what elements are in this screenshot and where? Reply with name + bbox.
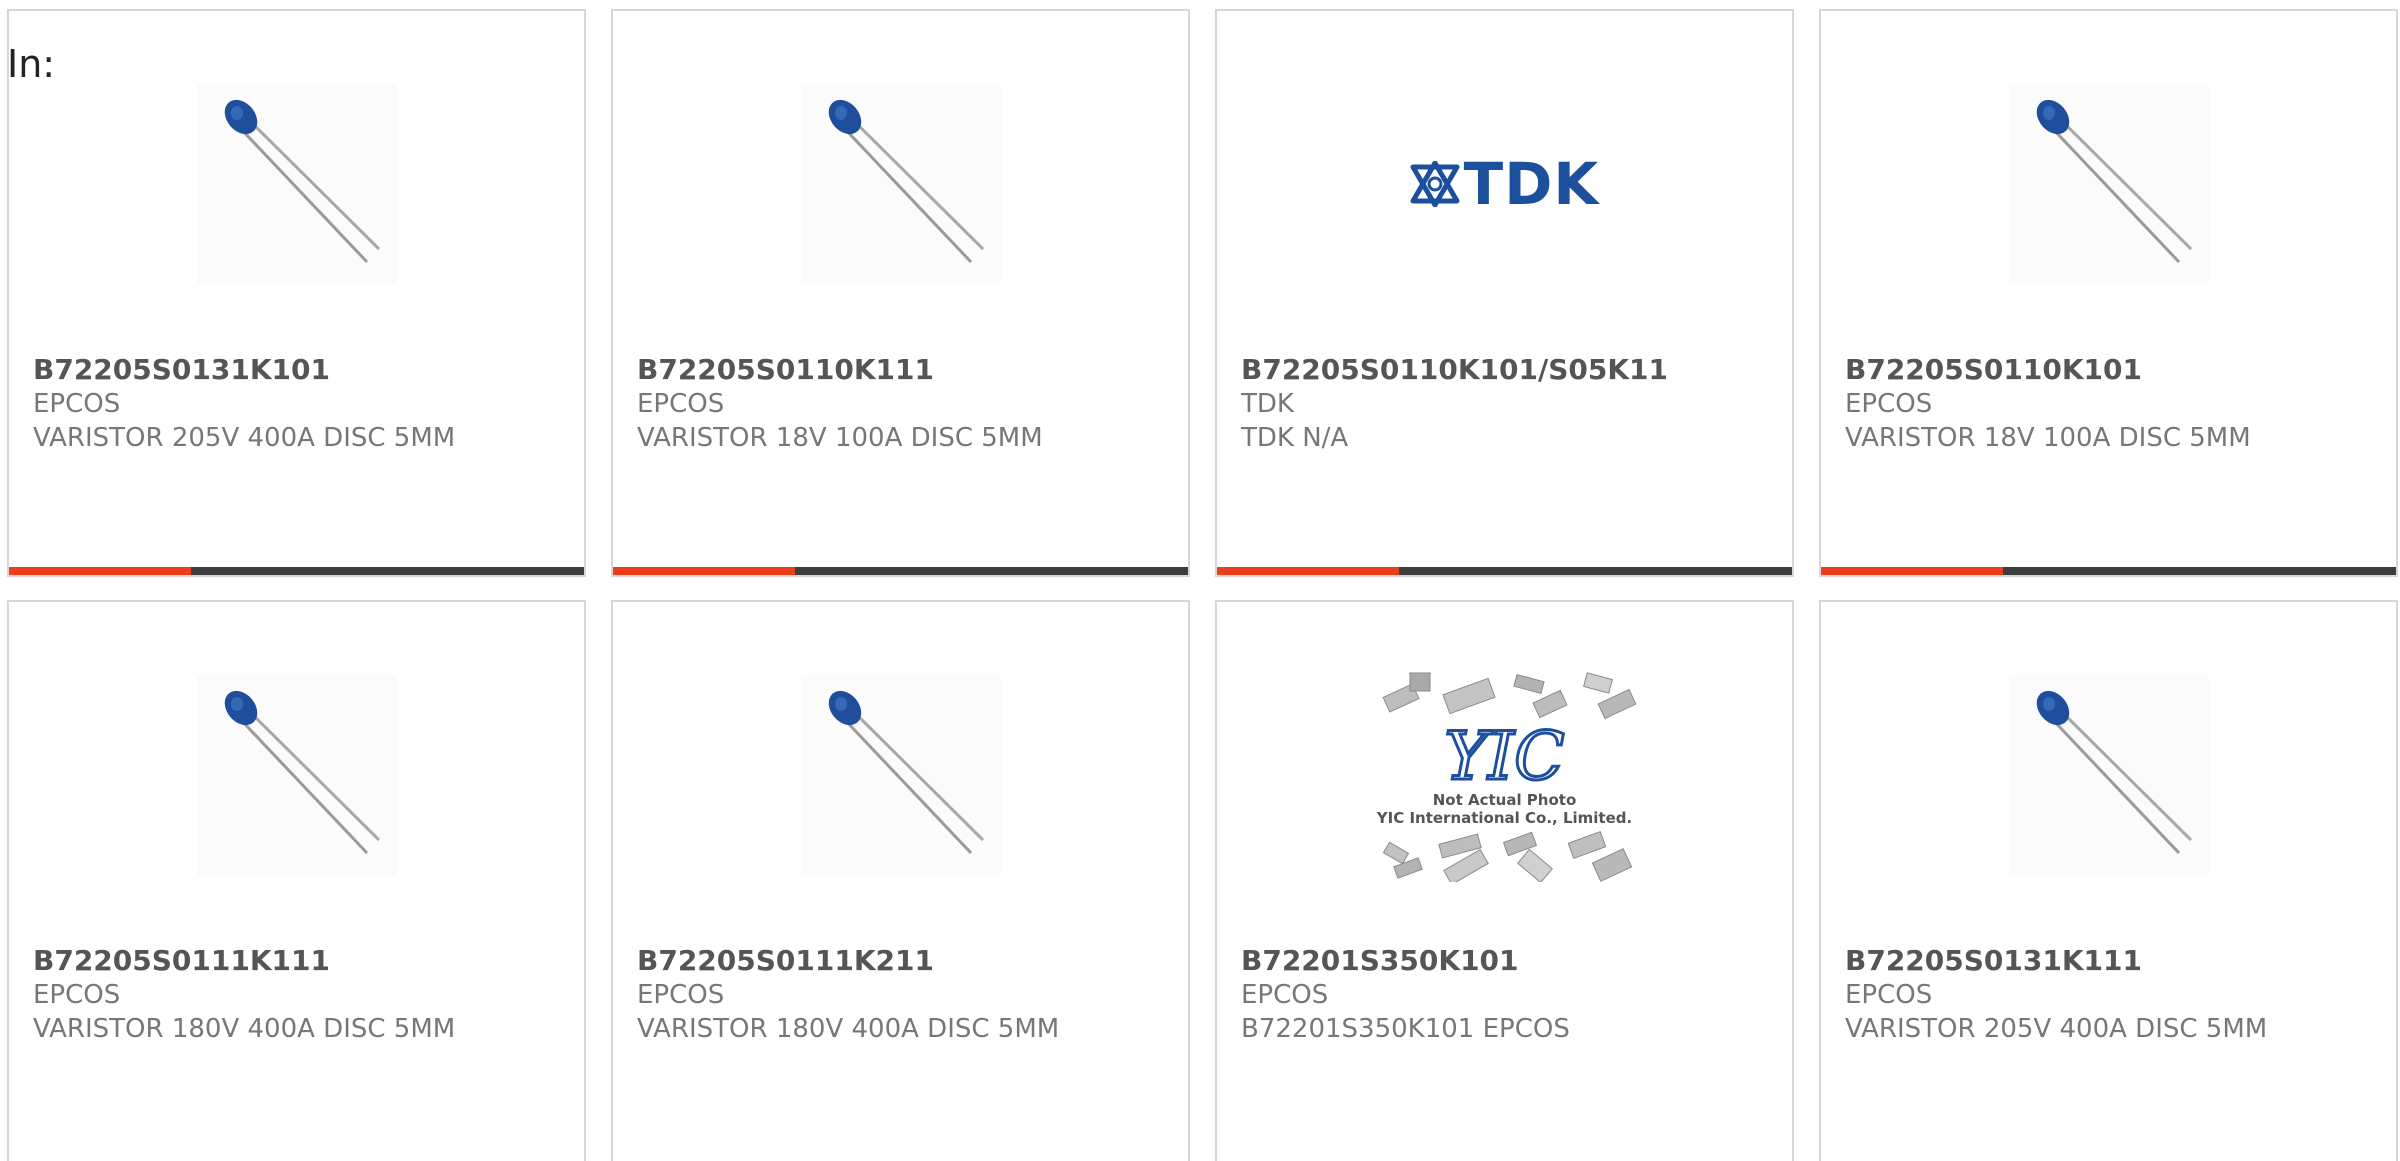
yic-placeholder-image: YIC Not Actual Photo YIC International Co.… xyxy=(1370,668,1640,882)
product-card[interactable]: B72205S0131K101 EPCOS VARISTOR 205V 400A D… xyxy=(7,9,586,577)
product-image[interactable] xyxy=(1821,79,2396,289)
varistor-photo xyxy=(800,675,1001,875)
product-card[interactable]: TDK B72205S0110K101/S05K11 TDK TDK N/A xyxy=(1215,9,1794,577)
product-description: VARISTOR 180V 400A DISC 5MM xyxy=(637,1014,1060,1044)
product-description: VARISTOR 205V 400A DISC 5MM xyxy=(1845,1014,2268,1044)
product-image[interactable] xyxy=(1821,670,2396,880)
card-footer-bar xyxy=(9,567,584,575)
product-info: B72205S0110K101 EPCOS VARISTOR 18V 100A DI… xyxy=(1845,352,2386,455)
placeholder-caption-line2: YIC International Co., Limited. xyxy=(1376,809,1633,827)
tdk-logo: TDK xyxy=(1410,150,1600,218)
product-grid: B72205S0131K101 EPCOS VARISTOR 205V 400A D… xyxy=(7,9,2400,1161)
product-info: B72205S0110K111 EPCOS VARISTOR 18V 100A DI… xyxy=(637,352,1178,455)
product-card[interactable]: B72205S0111K111 EPCOS VARISTOR 180V 400A D… xyxy=(7,600,586,1161)
product-card[interactable]: B72205S0131K111 EPCOS VARISTOR 205V 400A D… xyxy=(1819,600,2398,1161)
product-description: VARISTOR 205V 400A DISC 5MM xyxy=(33,423,456,453)
card-footer-bar xyxy=(1821,567,2396,575)
ic-chips-icon xyxy=(1381,672,1636,720)
placeholder-caption-line1: Not Actual Photo xyxy=(1432,791,1577,809)
product-image[interactable] xyxy=(613,79,1188,289)
tdk-emblem-icon xyxy=(1410,161,1460,207)
yic-logo: YIC xyxy=(1443,718,1566,795)
varistor-photo xyxy=(2008,675,2209,875)
product-listing-page: In: B72205S0131K101 EPCOS VARISTOR 205V 40… xyxy=(0,0,2400,1161)
card-footer-rest xyxy=(2003,567,2396,575)
manufacturer-name: EPCOS xyxy=(1845,980,1933,1010)
part-number-link[interactable]: B72205S0110K101 xyxy=(1845,352,2386,387)
part-number-link[interactable]: B72205S0131K111 xyxy=(1845,943,2386,978)
card-footer-accent xyxy=(1217,567,1399,575)
manufacturer-name: EPCOS xyxy=(1241,980,1329,1010)
card-footer-rest xyxy=(191,567,584,575)
product-description: VARISTOR 18V 100A DISC 5MM xyxy=(1845,423,2251,453)
part-number-link[interactable]: B72201S350K101 xyxy=(1241,943,1782,978)
product-image[interactable]: YIC Not Actual Photo YIC International Co.… xyxy=(1217,668,1792,882)
card-footer-accent xyxy=(1821,567,2003,575)
tdk-logo-text: TDK xyxy=(1463,150,1600,218)
varistor-photo xyxy=(800,84,1001,284)
manufacturer-name: TDK xyxy=(1241,389,1294,419)
varistor-photo xyxy=(196,84,397,284)
product-description: TDK N/A xyxy=(1241,423,1349,453)
product-image[interactable] xyxy=(613,670,1188,880)
ic-chips-icon xyxy=(1382,831,1632,882)
product-image[interactable]: TDK xyxy=(1217,79,1792,289)
product-card[interactable]: B72205S0110K101 EPCOS VARISTOR 18V 100A DI… xyxy=(1819,9,2398,577)
manufacturer-name: EPCOS xyxy=(637,980,725,1010)
product-info: B72205S0111K111 EPCOS VARISTOR 180V 400A D… xyxy=(33,943,574,1046)
card-footer-rest xyxy=(795,567,1188,575)
part-number-link[interactable]: B72205S0110K111 xyxy=(637,352,1178,387)
manufacturer-name: EPCOS xyxy=(637,389,725,419)
part-number-link[interactable]: B72205S0111K111 xyxy=(33,943,574,978)
manufacturer-name: EPCOS xyxy=(1845,389,1933,419)
part-number-link[interactable]: B72205S0110K101/S05K11 xyxy=(1241,352,1782,387)
part-number-link[interactable]: B72205S0111K211 xyxy=(637,943,1178,978)
product-info: B72205S0131K111 EPCOS VARISTOR 205V 400A D… xyxy=(1845,943,2386,1046)
varistor-photo xyxy=(196,675,397,875)
product-description: B72201S350K101 EPCOS xyxy=(1241,1014,1570,1044)
product-info: B72205S0110K101/S05K11 TDK TDK N/A xyxy=(1241,352,1782,455)
card-footer-bar xyxy=(1217,567,1792,575)
manufacturer-name: EPCOS xyxy=(33,389,121,419)
manufacturer-name: EPCOS xyxy=(33,980,121,1010)
card-footer-rest xyxy=(1399,567,1792,575)
product-info: B72205S0131K101 EPCOS VARISTOR 205V 400A D… xyxy=(33,352,574,455)
card-footer-accent xyxy=(9,567,191,575)
product-description: VARISTOR 18V 100A DISC 5MM xyxy=(637,423,1043,453)
product-card[interactable]: B72205S0110K111 EPCOS VARISTOR 18V 100A DI… xyxy=(611,9,1190,577)
product-description: VARISTOR 180V 400A DISC 5MM xyxy=(33,1014,456,1044)
part-number-link[interactable]: B72205S0131K101 xyxy=(33,352,574,387)
product-image[interactable] xyxy=(9,670,584,880)
card-footer-bar xyxy=(613,567,1188,575)
card-footer-accent xyxy=(613,567,795,575)
product-info: B72201S350K101 EPCOS B72201S350K101 EPCOS xyxy=(1241,943,1782,1046)
product-card[interactable]: B72205S0111K211 EPCOS VARISTOR 180V 400A D… xyxy=(611,600,1190,1161)
product-info: B72205S0111K211 EPCOS VARISTOR 180V 400A D… xyxy=(637,943,1178,1046)
product-image[interactable] xyxy=(9,79,584,289)
varistor-photo xyxy=(2008,84,2209,284)
product-card[interactable]: YIC Not Actual Photo YIC International Co.… xyxy=(1215,600,1794,1161)
filter-label: In: xyxy=(7,42,56,86)
